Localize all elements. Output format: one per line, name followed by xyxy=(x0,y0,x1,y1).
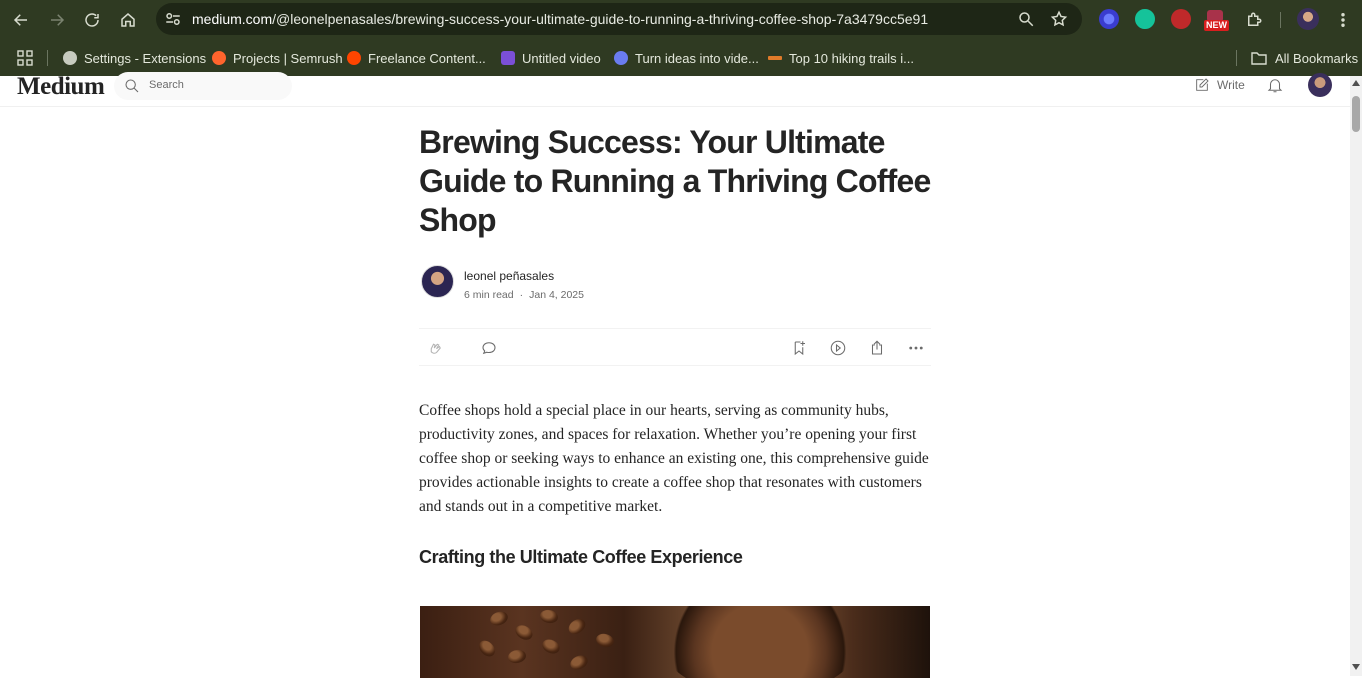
more-button[interactable] xyxy=(907,339,925,357)
clap-button[interactable] xyxy=(426,339,444,357)
bookmarks-bar: Settings - Extensions Projects | Semrush… xyxy=(0,40,1362,76)
new-badge: NEW xyxy=(1204,20,1229,31)
scroll-thumb[interactable] xyxy=(1352,96,1360,132)
search-icon xyxy=(125,79,139,93)
bookmark-label: Projects | Semrush xyxy=(233,50,343,66)
bookmark-item[interactable]: Top 10 hiking trails i... xyxy=(768,48,914,68)
comment-button[interactable] xyxy=(480,339,498,357)
home-button[interactable] xyxy=(114,6,142,34)
arrow-right-icon xyxy=(51,14,65,26)
browser-toolbar: medium.com/@leonelpenasales/brewing-succ… xyxy=(0,0,1362,40)
article-action-bar xyxy=(419,328,931,366)
reload-button[interactable] xyxy=(78,6,106,34)
write-icon xyxy=(1196,78,1209,91)
coffee-hero-image xyxy=(420,606,930,678)
bookmark-item[interactable]: Freelance Content... xyxy=(347,48,486,68)
profile-avatar[interactable] xyxy=(1297,8,1319,30)
bookmarks-divider xyxy=(1236,50,1237,66)
puzzle-icon xyxy=(1248,12,1262,26)
home-icon xyxy=(121,13,135,27)
user-avatar[interactable] xyxy=(1308,73,1332,97)
author-name[interactable]: leonel peñasales xyxy=(464,269,554,283)
article-title: Brewing Success: Your Ultimate Guide to … xyxy=(419,124,931,238)
bookmarks-divider xyxy=(47,50,48,66)
play-icon xyxy=(830,340,846,356)
planet-icon xyxy=(614,51,628,65)
bookmark-label: Untitled video xyxy=(522,50,601,66)
share-icon xyxy=(871,340,883,355)
bookmark-item[interactable]: Projects | Semrush xyxy=(212,48,343,68)
video-icon xyxy=(501,51,515,65)
page-scrollbar[interactable] xyxy=(1350,76,1362,676)
meta-separator: · xyxy=(519,289,524,301)
listen-button[interactable] xyxy=(829,339,847,357)
share-button[interactable] xyxy=(868,339,886,357)
site-settings-icon[interactable] xyxy=(164,10,182,28)
scroll-down-arrow-icon[interactable] xyxy=(1352,664,1360,670)
scroll-up-arrow-icon[interactable] xyxy=(1352,80,1360,86)
save-button[interactable] xyxy=(790,339,808,357)
article-meta: 6 min read · Jan 4, 2025 xyxy=(464,289,584,301)
seo-extension-icon[interactable] xyxy=(1171,9,1191,29)
url-path: /@leonelpenasales/brewing-success-your-u… xyxy=(272,11,929,27)
search-placeholder: Search xyxy=(149,79,184,91)
medium-header: Medium Search Write xyxy=(0,72,1350,107)
back-button[interactable] xyxy=(7,6,35,34)
bell-icon[interactable] xyxy=(1266,76,1284,94)
extensions-button[interactable] xyxy=(1240,6,1268,34)
bookmark-label: Settings - Extensions xyxy=(84,50,207,66)
folder-icon xyxy=(1251,52,1267,65)
bookmark-item[interactable]: Turn ideas into vide... xyxy=(614,48,759,68)
all-bookmarks-label: All Bookmarks xyxy=(1275,50,1359,66)
bookmark-add-icon xyxy=(794,341,805,356)
site-icon xyxy=(768,56,782,60)
kebab-menu-icon xyxy=(1341,13,1345,27)
gear-icon xyxy=(63,51,77,65)
bookmark-label: Freelance Content... xyxy=(368,50,486,66)
write-button[interactable]: Write xyxy=(1194,77,1245,93)
medium-logo[interactable]: Medium xyxy=(17,73,105,101)
author-avatar[interactable] xyxy=(421,265,454,298)
bookmark-label: Top 10 hiking trails i... xyxy=(789,50,915,66)
semrush-icon xyxy=(212,51,226,65)
more-icon xyxy=(909,346,923,350)
zoom-icon[interactable] xyxy=(1017,10,1035,28)
address-bar[interactable]: medium.com/@leonelpenasales/brewing-succ… xyxy=(156,3,1082,35)
url-text[interactable]: medium.com/@leonelpenasales/brewing-succ… xyxy=(192,11,928,27)
extension-gear-icon[interactable] xyxy=(1099,9,1119,29)
publish-date: Jan 4, 2025 xyxy=(529,289,584,301)
bookmark-item[interactable]: Untitled video xyxy=(501,48,601,68)
forward-button[interactable] xyxy=(43,6,71,34)
url-host: medium.com xyxy=(192,11,273,27)
comment-icon xyxy=(482,342,496,355)
clap-icon xyxy=(430,343,441,354)
bookmark-star-icon[interactable] xyxy=(1050,10,1068,28)
intro-paragraph: Coffee shops hold a special place in our… xyxy=(419,402,929,515)
write-label: Write xyxy=(1217,78,1245,92)
read-time: 6 min read xyxy=(464,289,514,301)
toolbar-divider xyxy=(1280,12,1281,28)
all-bookmarks-button[interactable]: All Bookmarks xyxy=(1251,48,1358,68)
bookmark-item[interactable]: Settings - Extensions xyxy=(63,48,206,68)
grammarly-icon[interactable] xyxy=(1135,9,1155,29)
browser-menu-button[interactable] xyxy=(1329,6,1357,34)
search-input[interactable]: Search xyxy=(114,72,292,100)
arrow-left-icon xyxy=(13,14,27,26)
reddit-icon xyxy=(347,51,361,65)
apps-grid-icon xyxy=(17,50,33,66)
section-heading: Crafting the Ultimate Coffee Experience xyxy=(419,547,743,567)
bookmark-label: Turn ideas into vide... xyxy=(635,50,759,66)
reload-icon xyxy=(85,13,99,27)
apps-button[interactable] xyxy=(17,48,33,68)
